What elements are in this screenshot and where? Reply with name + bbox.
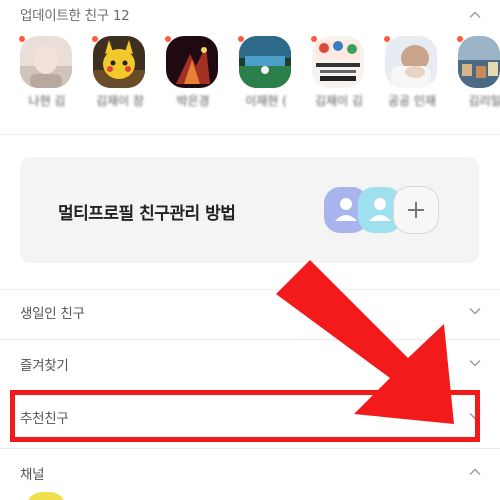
avatar[interactable] (385, 36, 437, 88)
section-divider (0, 289, 500, 290)
channel-avatar[interactable] (26, 492, 66, 500)
chevron-up-icon[interactable] (468, 8, 482, 22)
section-divider (0, 134, 500, 135)
chevron-up-icon[interactable] (468, 465, 482, 479)
avatar[interactable] (166, 36, 218, 88)
updated-friends-list: 나현 김 김재이 장 박은경 이재현 (김재이 김 공공 인재 김리일 (0, 36, 500, 108)
avatar[interactable] (458, 36, 500, 88)
multi-profile-banner[interactable]: 멀티프로필 친구관리 방법 (20, 157, 479, 263)
friend-item[interactable]: 박은경 (165, 36, 220, 108)
section-divider (0, 448, 500, 449)
new-update-dot (92, 36, 98, 42)
highlight-box (10, 390, 480, 442)
new-update-dot (165, 36, 171, 42)
friend-name: 이재현 ( (245, 94, 287, 108)
add-profile-icon[interactable] (394, 187, 438, 233)
friend-item[interactable]: 김재이 김 (311, 36, 366, 108)
multi-profile-title: 멀티프로필 친구관리 방법 (58, 204, 236, 224)
friends-tab-screen: 업데이트한 친구 12 나현 김 김재이 장 박은경 이재현 (김재이 김 공… (0, 0, 500, 500)
new-update-dot (457, 36, 463, 42)
friend-item[interactable]: 김리일 (457, 36, 500, 108)
friend-name: 김리일 (468, 94, 500, 108)
avatar[interactable] (20, 36, 72, 88)
channel-label: 채널 (20, 467, 45, 483)
friend-name: 나현 김 (28, 94, 66, 108)
favorites-row[interactable]: 즐겨찾기 (0, 343, 500, 383)
birthday-friends-row[interactable]: 생일인 친구 (0, 291, 500, 331)
friend-name: 김재이 김 (315, 94, 363, 108)
friend-item[interactable]: 공공 인재 (384, 36, 439, 108)
chevron-down-icon[interactable] (468, 356, 482, 370)
new-update-dot (238, 36, 244, 42)
channel-header[interactable]: 채널 (0, 452, 500, 492)
friend-name: 공공 인재 (388, 94, 436, 108)
favorites-label: 즐겨찾기 (20, 358, 69, 374)
friend-item[interactable]: 김재이 장 (92, 36, 147, 108)
avatar[interactable] (93, 36, 145, 88)
birthday-friends-label: 생일인 친구 (20, 306, 85, 322)
updated-friends-title: 업데이트한 친구 12 (20, 8, 130, 24)
friend-item[interactable]: 이재현 ( (238, 36, 293, 108)
new-update-dot (384, 36, 390, 42)
friend-name: 김재이 장 (96, 94, 144, 108)
friend-item[interactable]: 나현 김 (19, 36, 74, 108)
new-update-dot (19, 36, 25, 42)
updated-friends-header[interactable]: 업데이트한 친구 12 (0, 2, 500, 26)
chevron-down-icon[interactable] (468, 304, 482, 318)
new-update-dot (311, 36, 317, 42)
avatar[interactable] (239, 36, 291, 88)
avatar[interactable] (312, 36, 364, 88)
friend-name: 박은경 (176, 94, 210, 108)
section-divider (0, 339, 500, 340)
